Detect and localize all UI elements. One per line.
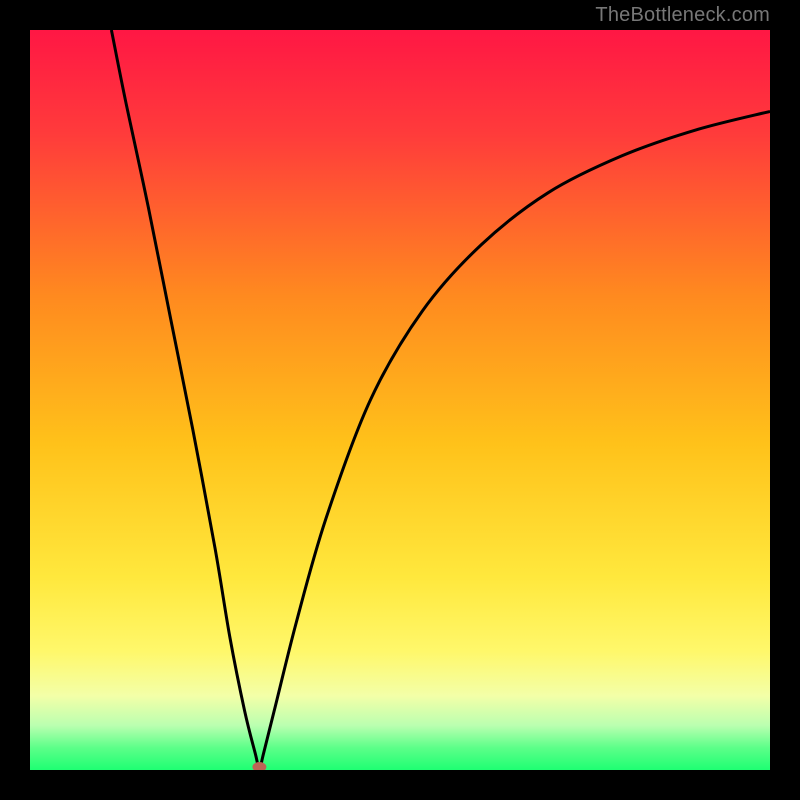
chart-stage: TheBottleneck.com (0, 0, 800, 800)
bottleneck-curve (111, 30, 770, 770)
plot-area (30, 30, 770, 770)
minimum-marker (252, 762, 266, 770)
watermark-text: TheBottleneck.com (595, 4, 770, 27)
curve-layer (30, 30, 770, 770)
